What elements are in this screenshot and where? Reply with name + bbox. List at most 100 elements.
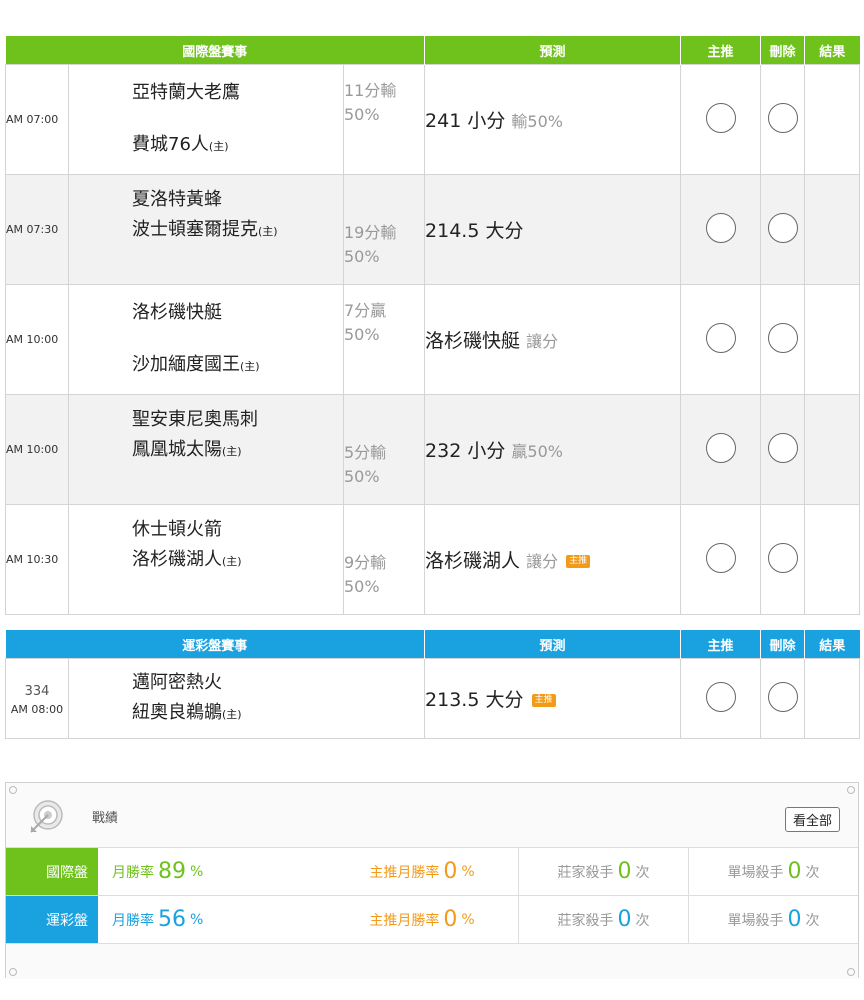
game-time: AM 07:30 [5,174,69,285]
recommend-cell [680,64,762,175]
prediction-note: 輸50% [511,112,563,131]
odds-line: 7分贏 [344,301,387,320]
game-time: AM 10:00 [5,394,69,505]
game-time: 334 AM 08:00 [5,658,69,739]
prediction-main: 241 小分 [425,110,506,132]
game-odds: 9分輸 50% [342,504,426,615]
lottery-recommend-header: 主推 [680,630,762,659]
delete-radio[interactable] [767,212,798,243]
prediction-main: 洛杉磯快艇 [425,330,521,352]
intl-header-row: 國際盤賽事 預測 主推 刪除 結果 [5,36,860,65]
host-mark: (主) [240,359,260,373]
prediction: 241 小分 輸50% [424,64,682,175]
odds-rate: 50% [344,325,380,344]
target-icon [30,800,63,833]
home-team: 洛杉磯湖人(主) [69,545,343,577]
delete-cell [760,504,806,615]
prediction: 232 小分 贏50% [424,394,682,505]
odds-line: 19分輸 [344,223,397,242]
result-cell [804,64,861,175]
banker-value: 0 [617,859,632,884]
table-row: 334 AM 08:00 邁阿密熱火 紐奧良鵜鶘(主) 213.5 大分 主推 [5,658,861,739]
home-team: 沙加緬度國王(主) [69,350,343,382]
away-team: 洛杉磯快艇 [132,301,222,323]
rec-value: 0 [443,907,458,932]
intl-result-header: 結果 [804,36,860,65]
lottery-result-header: 結果 [804,630,860,659]
lottery-event-header: 運彩盤賽事 [5,630,426,659]
rec-pct: % [461,911,475,928]
record-title: 戰績 [92,811,119,826]
game-teams: 休士頓火箭 洛杉磯湖人(主) [68,504,344,615]
prediction: 洛杉磯湖人 讓分 主推 [424,504,682,615]
win-value: 56 [158,907,186,932]
away-team: 邁阿密熱火 [132,671,222,693]
win-value: 89 [158,859,186,884]
delete-radio[interactable] [767,432,798,463]
rec-value: 0 [443,859,458,884]
prediction-note: 讓分 [526,332,559,351]
single-killer: 單場殺手 0 次 [689,848,858,895]
recommend-radio[interactable] [705,681,736,712]
delete-radio[interactable] [767,542,798,573]
away-team: 夏洛特黃蜂 [132,188,222,210]
single-label: 單場殺手 [727,864,784,881]
single-killer: 單場殺手 0 次 [689,896,858,943]
intl-event-header: 國際盤賽事 [5,36,426,65]
prediction-main: 洛杉磯湖人 [425,550,521,572]
delete-radio[interactable] [767,681,798,712]
game-odds: 7分贏 50% [342,284,426,395]
home-team-name: 波士頓塞爾提克 [132,218,258,240]
table-row: AM 10:30 休士頓火箭 洛杉磯湖人(主) 9分輸 50% 洛杉磯湖人 讓分… [5,504,861,615]
away-team: 休士頓火箭 [132,518,222,540]
result-cell [804,284,861,395]
odds-line: 5分輸 [344,443,387,462]
game-time: AM 10:00 [5,284,69,395]
intl-recommend-header: 主推 [680,36,762,65]
odds-rate: 50% [344,105,380,124]
game-odds: 11分輸 50% [342,64,426,175]
intl-games-table: 國際盤賽事 預測 主推 刪除 結果 AM 07:00 亞特蘭大老鷹 費城76人(… [5,36,861,615]
banker-times: 次 [635,864,650,881]
home-team: 波士頓塞爾提克(主) [69,215,343,247]
win-label: 月勝率 [112,912,154,929]
single-times: 次 [805,864,820,881]
recommend-radio[interactable] [705,432,736,463]
table-row: AM 07:30 夏洛特黃蜂 波士頓塞爾提克(主) 19分輸 50% 214.5… [5,174,861,285]
banker-value: 0 [617,907,632,932]
game-teams: 邁阿密熱火 紐奧良鵜鶘(主) [67,658,426,739]
prediction: 洛杉磯快艇 讓分 [424,284,682,395]
table-row: AM 10:00 聖安東尼奧馬刺 鳳凰城太陽(主) 5分輸 50% 232 小分… [5,394,861,505]
recommend-radio[interactable] [705,102,736,133]
home-team-name: 沙加緬度國王 [132,353,240,375]
result-cell [804,504,861,615]
recommend-radio[interactable] [705,322,736,353]
game-teams: 亞特蘭大老鷹 費城76人(主) [68,64,344,175]
recommend-cell [680,394,762,505]
delete-radio[interactable] [767,102,798,133]
delete-cell [760,658,806,739]
host-mark: (主) [208,139,229,153]
recommend-cell [680,658,762,739]
game-odds: 5分輸 50% [342,394,426,505]
single-times: 次 [805,912,820,929]
intl-delete-header: 刪除 [760,36,806,65]
game-teams: 洛杉磯快艇 沙加緬度國王(主) [68,284,344,395]
corner-dot-icon [9,786,17,794]
prediction: 214.5 大分 [424,174,682,285]
game-number: 334 [24,684,50,699]
prediction-main: 232 小分 [425,440,506,462]
view-all-button[interactable]: 看全部 [784,807,840,832]
recommend-radio[interactable] [705,542,736,573]
monthly-win-rate: 月勝率 56 % [98,896,326,943]
odds-rate: 50% [344,467,380,486]
recommend-radio[interactable] [705,212,736,243]
host-mark: (主) [222,444,242,458]
intl-predict-header: 預測 [424,36,682,65]
home-team: 費城76人(主) [69,130,343,162]
result-cell [804,174,861,285]
delete-radio[interactable] [767,322,798,353]
lottery-predict-header: 預測 [424,630,682,659]
home-team-name: 費城76人 [132,133,209,155]
lottery-header-row: 運彩盤賽事 預測 主推 刪除 結果 [5,630,860,659]
